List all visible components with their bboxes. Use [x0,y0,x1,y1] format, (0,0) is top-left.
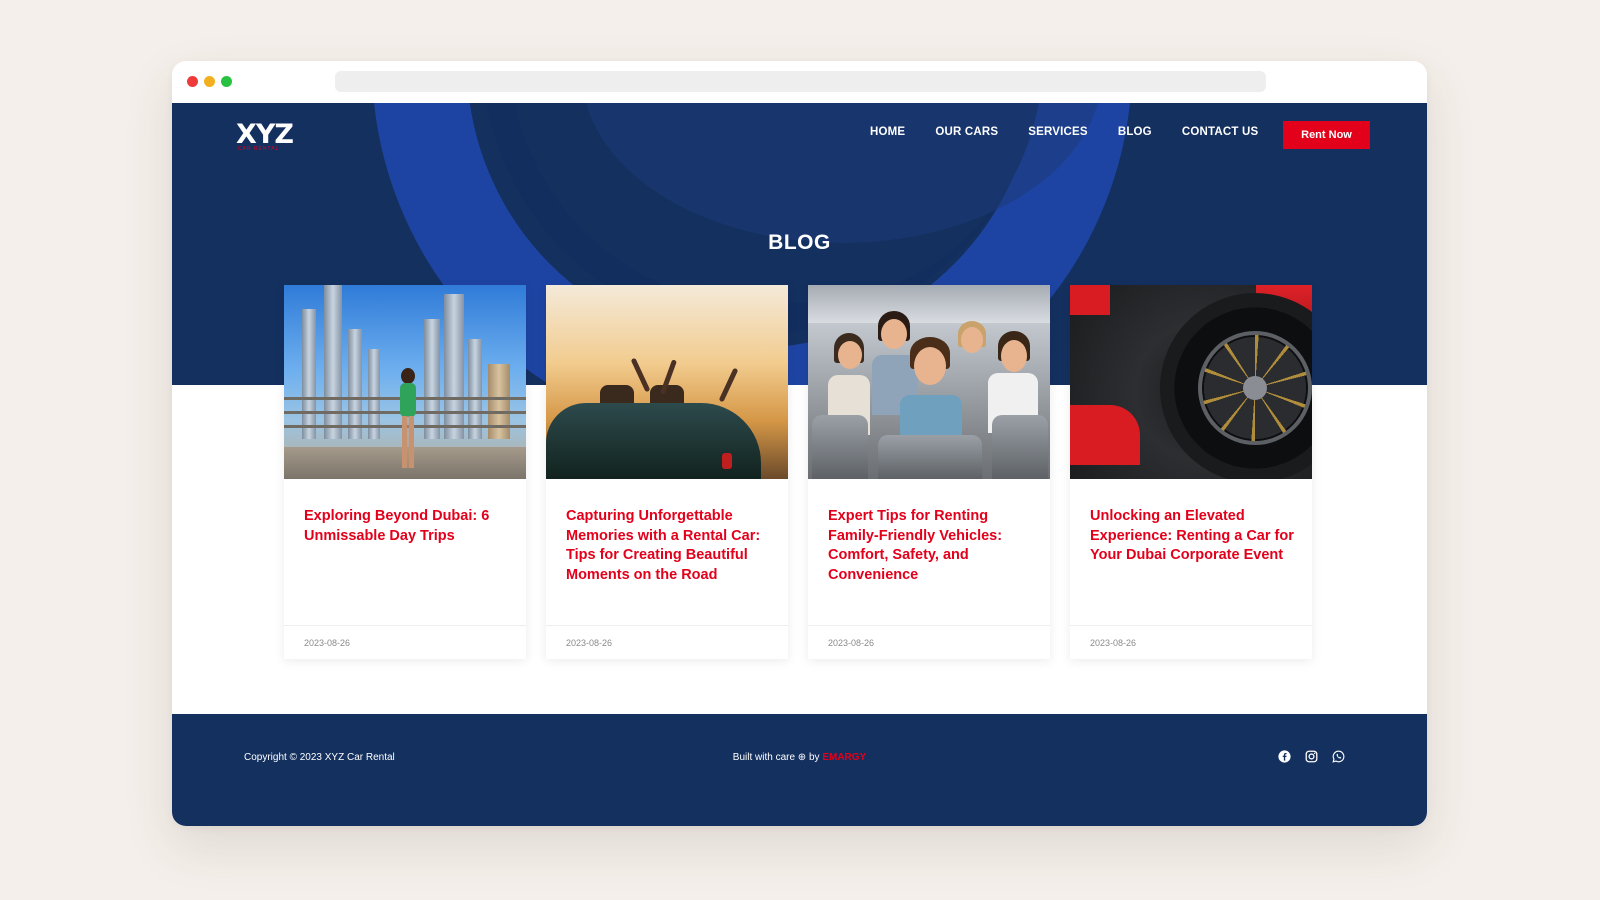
built-by-prefix: Built with care ⊕ by [732,752,823,763]
blog-card-title[interactable]: Unlocking an Elevated Experience: Rentin… [1090,507,1295,566]
site-logo[interactable]: XYZ CAR RENTAL [236,121,298,153]
maximize-window-dot[interactable] [221,76,232,87]
blog-card-date: 2023-08-26 [566,638,613,648]
page-title: BLOG [768,231,831,254]
facebook-icon[interactable] [1278,750,1291,763]
main-menu: HOME OUR CARS SERVICES BLOG CONTACT US [870,126,1288,138]
address-bar[interactable] [335,71,1266,92]
top-navigation: XYZ CAR RENTAL HOME OUR CARS SERVICES BL… [172,103,1427,167]
blog-card-title[interactable]: Expert Tips for Renting Family-Friendly … [828,507,1033,585]
instagram-icon[interactable] [1305,750,1318,763]
convertible-sunset-photo [546,285,788,479]
browser-window: BLOG XYZ CAR RENTAL HOME OUR CARS SERVIC… [172,61,1427,826]
built-by-text: Built with care ⊕ by EMARGY [172,752,1427,763]
blog-card-footer: 2023-08-26 [546,625,788,659]
family-in-car-photo [808,285,1050,479]
blog-card-date: 2023-08-26 [828,638,875,648]
sports-car-wheel-photo [1070,285,1312,479]
social-links [1278,750,1345,763]
nav-item-services[interactable]: SERVICES [1028,126,1088,138]
nav-item-our-cars[interactable]: OUR CARS [935,126,998,138]
browser-chrome [172,61,1427,103]
close-window-dot[interactable] [187,76,198,87]
blog-card[interactable]: Exploring Beyond Dubai: 6 Unmissable Day… [284,285,526,659]
blog-card-date: 2023-08-26 [304,638,351,648]
blog-card-title[interactable]: Exploring Beyond Dubai: 6 Unmissable Day… [304,507,509,546]
blog-card-footer: 2023-08-26 [284,625,526,659]
blog-post-grid: Exploring Beyond Dubai: 6 Unmissable Day… [284,285,1312,659]
agency-link[interactable]: EMARGY [822,752,866,763]
minimize-window-dot[interactable] [204,76,215,87]
nav-item-contact-us[interactable]: CONTACT US [1182,126,1259,138]
dubai-skyline-photo [284,285,526,479]
rent-now-button[interactable]: Rent Now [1283,121,1370,149]
blog-card-footer: 2023-08-26 [808,625,1050,659]
blog-card-footer: 2023-08-26 [1070,625,1312,659]
blog-card-date: 2023-08-26 [1090,638,1137,648]
blog-card-title[interactable]: Capturing Unforgettable Memories with a … [566,507,771,585]
blog-card[interactable]: Expert Tips for Renting Family-Friendly … [808,285,1050,659]
site-footer: Copyright © 2023 XYZ Car Rental Built wi… [172,714,1427,826]
blog-card[interactable]: Capturing Unforgettable Memories with a … [546,285,788,659]
whatsapp-icon[interactable] [1332,750,1345,763]
nav-item-blog[interactable]: BLOG [1118,126,1152,138]
blog-card[interactable]: Unlocking an Elevated Experience: Rentin… [1070,285,1312,659]
logo-wordmark: XYZ [236,119,294,150]
nav-item-home[interactable]: HOME [870,126,905,138]
logo-tagline: CAR RENTAL [238,146,280,152]
